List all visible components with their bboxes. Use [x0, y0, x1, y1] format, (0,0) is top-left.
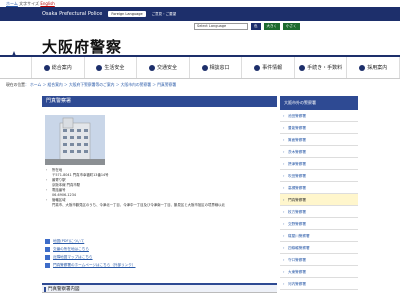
enlarge-button[interactable]: 大きく: [263, 23, 280, 30]
nav-item[interactable]: 事件情報: [242, 57, 295, 78]
link-icon: [45, 254, 50, 260]
brand-english: Osaka Prefectural Police: [42, 11, 103, 17]
select-language[interactable]: Select Language: [194, 23, 248, 30]
nav-item[interactable]: 手続き・手数料: [295, 57, 348, 78]
station-info: ・所在地 〒571-8041 門真市幸福町13番14号 ・最寄り駅 京阪本線 門真市…: [45, 168, 275, 208]
nav-icon: [96, 64, 103, 71]
breadcrumb-now: 現在の位置: [6, 82, 25, 87]
nav-icon: [359, 64, 366, 71]
nav-icon: [254, 64, 261, 71]
nav-item[interactable]: 相談窓口: [190, 57, 243, 78]
nav-label: 総合案内: [51, 65, 72, 71]
info-row: ・所在地 〒571-8041 門真市幸福町13番14号: [45, 168, 109, 177]
sidebar-heading: 大阪市外の警察署: [280, 96, 358, 110]
link-item[interactable]: 地図(PDF)について: [45, 237, 135, 245]
color-button[interactable]: 色: [251, 23, 261, 30]
nav-label: 相談窓口: [209, 65, 230, 71]
nav-icon: [299, 64, 306, 71]
link-icon: [45, 238, 50, 244]
nav-item[interactable]: 交通安全: [137, 57, 190, 78]
nav-label: 手続き・手数料: [307, 65, 343, 71]
nav-icon: [43, 64, 50, 71]
info-row: ・電話番号 06-6906-1234: [45, 188, 77, 197]
info-value: 京阪本線 門真市駅: [52, 183, 81, 187]
link-list: 地図(PDF)について 交番の所在地はこちら 近隣地図マップはこちら 門真警察署…: [45, 237, 135, 269]
page-title: 門真警察署: [42, 96, 277, 107]
nav-label: 採用案内: [367, 65, 388, 71]
info-row: ・最寄り駅 京阪本線 門真市駅: [45, 178, 81, 187]
link-item[interactable]: 門真警察署のホームページはこちら（外部リンク）: [45, 261, 135, 269]
info-value: 門真市、大阪市鶴見区のうち、今津北一丁目、今津中一丁目及び今津南一丁目、鶴見区と…: [52, 203, 225, 207]
nav-item[interactable]: 採用案内: [347, 57, 400, 78]
utility-controls: Select Language 色 大きく 小さく: [194, 23, 300, 30]
link-icon: [45, 246, 50, 252]
link-item[interactable]: 近隣地図マップはこちら: [45, 253, 135, 261]
shrink-button[interactable]: 小さく: [283, 23, 300, 30]
station-photo: [45, 115, 105, 165]
feedback-link[interactable]: ご意見・ご要望: [152, 12, 177, 17]
sidebar-item[interactable]: 守口警察署: [280, 254, 358, 266]
info-label: 最寄り駅: [52, 178, 66, 182]
font-size-label: 文字サイズ: [19, 1, 40, 6]
nav-icon: [201, 64, 208, 71]
english-link[interactable]: English: [40, 1, 54, 6]
sidebar-item[interactable]: 四條畷警察署: [280, 242, 358, 254]
section-heading: 門真警察署内図: [42, 283, 277, 293]
global-nav: 総合案内 生活安全 交通安全 相談窓口 事件情報 手続き・手数料 採用案内: [0, 55, 400, 79]
sidebar-item[interactable]: 高槻警察署: [280, 182, 358, 194]
nav-logo[interactable]: [0, 57, 32, 78]
link-label: 門真警察署のホームページはこちら（外部リンク）: [53, 262, 136, 267]
sidebar-item[interactable]: 豊能警察署: [280, 122, 358, 134]
info-label: 管轄区域: [52, 198, 66, 202]
sidebar-item[interactable]: 交野警察署: [280, 218, 358, 230]
link-label: 地図(PDF)について: [53, 238, 85, 243]
nav-label: 事件情報: [262, 65, 283, 71]
breadcrumb-path[interactable]: ホーム ＞ 組合案内 ＞ 大阪府下警察署等のご案内 ＞ 大阪市内の警察署 ＞ 門…: [30, 82, 176, 87]
nav-item[interactable]: 総合案内: [32, 57, 85, 78]
sidebar-item[interactable]: 吹田警察署: [280, 170, 358, 182]
site-title[interactable]: 大阪府警察: [42, 36, 122, 57]
home-link[interactable]: ホーム: [6, 1, 18, 6]
info-value: 〒571-8041 門真市幸福町13番14号: [52, 173, 109, 177]
sidebar-item[interactable]: 枚方警察署: [280, 206, 358, 218]
sidebar-item[interactable]: 摂津警察署: [280, 158, 358, 170]
sidebar: 大阪市外の警察署 池田警察署 豊能警察署 箕面警察署 茨木警察署 摂津警察署 吹…: [280, 96, 358, 290]
link-label: 交番の所在地はこちら: [53, 246, 89, 251]
sidebar-item-active[interactable]: 門真警察署: [280, 194, 358, 206]
info-label: 所在地: [52, 168, 63, 172]
nav-item[interactable]: 生活安全: [85, 57, 138, 78]
sidebar-item[interactable]: 茨木警察署: [280, 146, 358, 158]
info-value: 06-6906-1234: [52, 193, 77, 197]
sidebar-item[interactable]: 河内警察署: [280, 278, 358, 290]
link-label: 近隣地図マップはこちら: [53, 254, 93, 259]
sidebar-item[interactable]: 大東警察署: [280, 266, 358, 278]
sidebar-item[interactable]: 寝屋川警察署: [280, 230, 358, 242]
breadcrumb: 現在の位置： ホーム ＞ 組合案内 ＞ 大阪府下警察署等のご案内 ＞ 大阪市内の…: [6, 82, 177, 87]
info-row: ・管轄区域 門真市、大阪市鶴見区のうち、今津北一丁目、今津中一丁目及び今津南一丁目…: [45, 198, 225, 207]
navy-band: Osaka Prefectural Police Foreign Languag…: [0, 7, 400, 21]
foreign-language-button[interactable]: Foreign Language: [108, 11, 146, 17]
link-icon: [45, 262, 50, 268]
top-utility-bar: ホーム 文字サイズ English: [0, 0, 400, 7]
sidebar-item[interactable]: 箕面警察署: [280, 134, 358, 146]
nav-label: 生活安全: [104, 65, 125, 71]
nav-icon: [148, 64, 155, 71]
info-label: 電話番号: [52, 188, 66, 192]
sidebar-item[interactable]: 池田警察署: [280, 110, 358, 122]
link-item[interactable]: 交番の所在地はこちら: [45, 245, 135, 253]
nav-label: 交通安全: [156, 65, 177, 71]
